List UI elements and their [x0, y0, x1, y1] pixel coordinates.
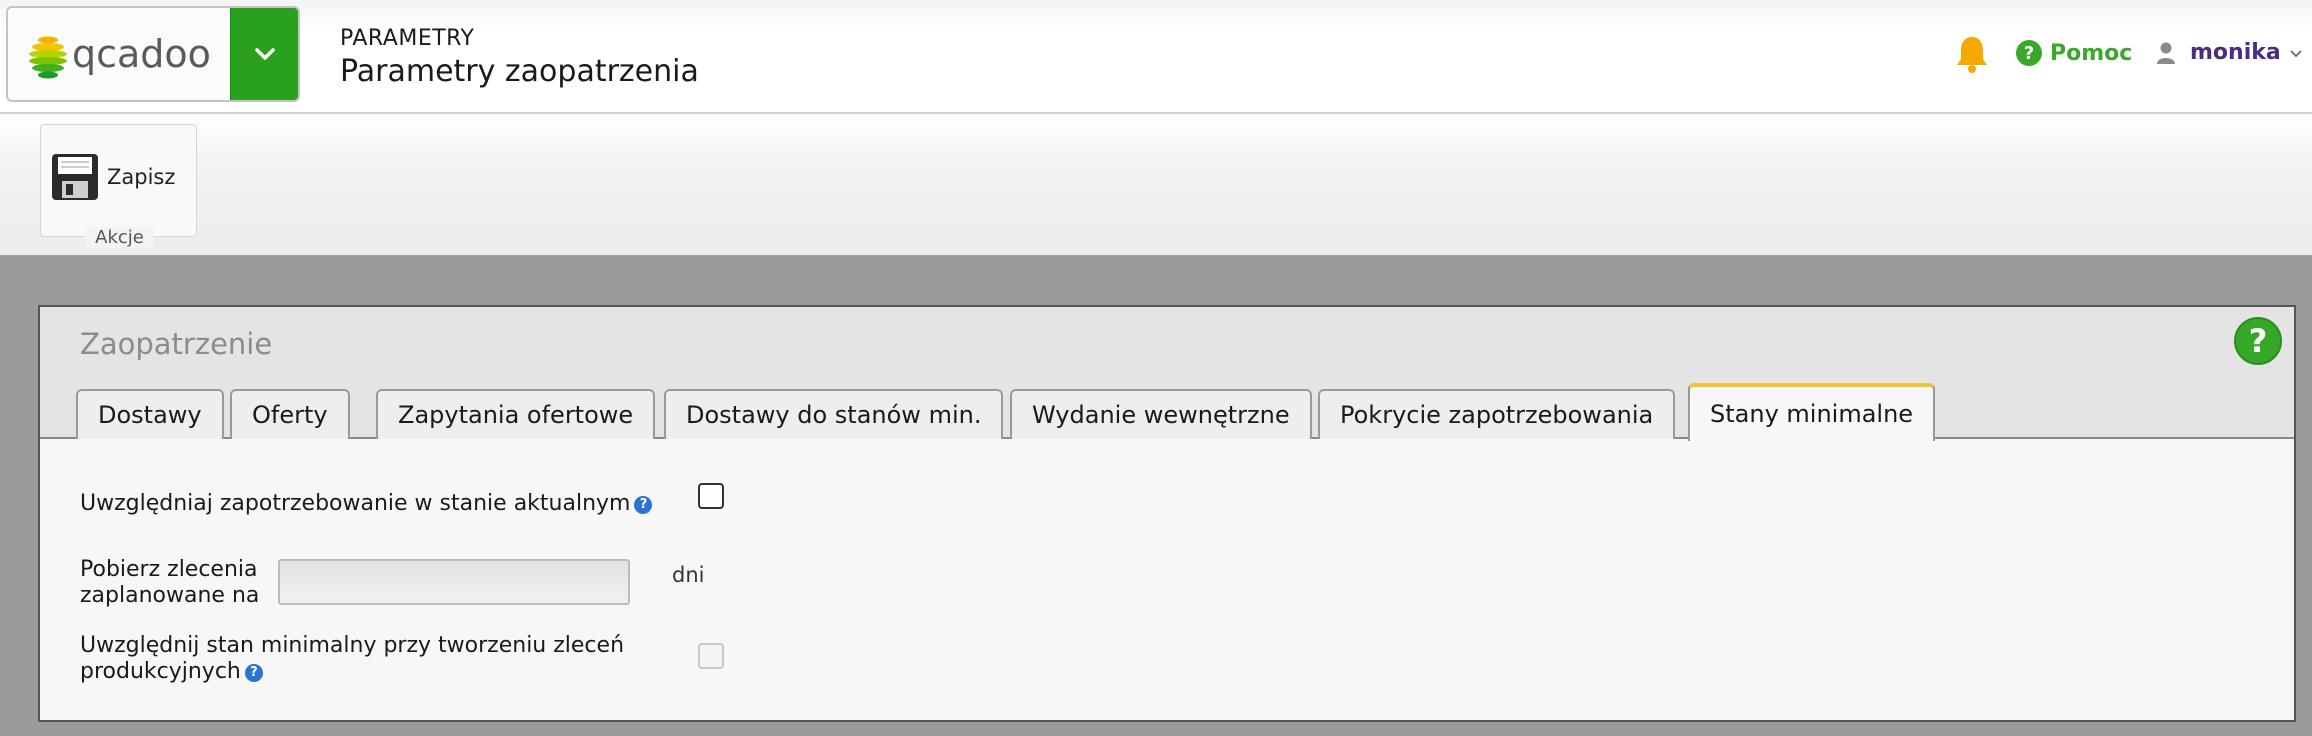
field-min-stock-label-line1: Uwzględnij stan minimalny przy tworzeniu…: [80, 633, 625, 658]
user-icon: [2157, 42, 2175, 64]
logo-menu-box: qcadoo: [6, 6, 300, 102]
field-fetch-orders-label-line2: zaplanowane na: [80, 583, 260, 608]
user-name: monika: [2190, 40, 2281, 65]
notifications-bell-icon[interactable]: [1954, 34, 1990, 74]
main-menu-toggle-button[interactable]: [230, 8, 298, 100]
page-title: Parametry zaopatrzenia: [340, 54, 699, 89]
field-include-demand-label: Uwzględniaj zapotrzebowanie w stanie akt…: [80, 491, 653, 517]
action-ribbon: Zapisz Akcje: [0, 114, 2312, 256]
form-panel: Zaopatrzenie ? Dostawy Oferty Zapytania …: [38, 305, 2296, 722]
panel-help-button[interactable]: ?: [2234, 317, 2282, 365]
field-min-stock-label: Uwzględnij stan minimalny przy tworzeniu…: [80, 633, 624, 685]
field-fetch-orders-label-line1: Pobierz zlecenia: [80, 557, 258, 582]
info-icon[interactable]: ?: [634, 496, 653, 514]
top-header: qcadoo PARAMETRY Parametry zaopatrzenia …: [0, 0, 2312, 114]
field-min-stock-label-line2: produkcyjnych: [80, 659, 241, 684]
field-include-demand-text: Uwzględniaj zapotrzebowanie w stanie akt…: [80, 491, 631, 516]
include-demand-checkbox[interactable]: [698, 483, 724, 509]
floppy-disk-icon: [52, 154, 98, 200]
tab-dostawy[interactable]: Dostawy: [76, 389, 224, 439]
ribbon-group-label: Akcje: [41, 227, 198, 248]
ribbon-group-label-text: Akcje: [85, 227, 154, 248]
min-stock-checkbox[interactable]: [698, 643, 724, 669]
tab-pokrycie-zapotrzebowania[interactable]: Pokrycie zapotrzebowania: [1318, 389, 1676, 439]
save-button-label: Zapisz: [107, 165, 176, 189]
tab-wydanie-wewnetrzne[interactable]: Wydanie wewnętrzne: [1010, 389, 1312, 439]
days-unit-label: dni: [672, 563, 705, 587]
field-fetch-orders-label: Pobierz zlecenia zaplanowane na: [80, 557, 259, 609]
page-kicker: PARAMETRY: [340, 26, 475, 51]
help-circle-icon: ?: [2016, 40, 2042, 66]
ribbon-group-actions: Zapisz Akcje: [40, 124, 197, 248]
tab-zapytania-ofertowe[interactable]: Zapytania ofertowe: [376, 389, 656, 439]
fetch-orders-days-input[interactable]: [278, 559, 630, 605]
panel-header: Zaopatrzenie ? Dostawy Oferty Zapytania …: [40, 307, 2294, 441]
chevron-down-icon: [254, 48, 275, 60]
tab-oferty[interactable]: Oferty: [230, 389, 350, 439]
user-menu-caret-icon[interactable]: [2290, 50, 2302, 58]
qcadoo-logo-icon: [29, 36, 67, 79]
field-min-stock-label-line2-wrap: produkcyjnych?: [80, 659, 624, 685]
logo-text: qcadoo: [72, 32, 211, 76]
info-icon[interactable]: ?: [244, 664, 263, 682]
help-link[interactable]: ? Pomoc: [2016, 40, 2132, 66]
panel-title: Zaopatrzenie: [80, 327, 273, 361]
tab-dostawy-do-stanow-min[interactable]: Dostawy do stanów min.: [664, 389, 1004, 439]
save-button[interactable]: Zapisz: [51, 153, 175, 201]
help-link-label: Pomoc: [2050, 40, 2133, 66]
user-menu[interactable]: monika: [2156, 40, 2281, 65]
tab-stany-minimalne[interactable]: Stany minimalne: [1688, 383, 1936, 441]
